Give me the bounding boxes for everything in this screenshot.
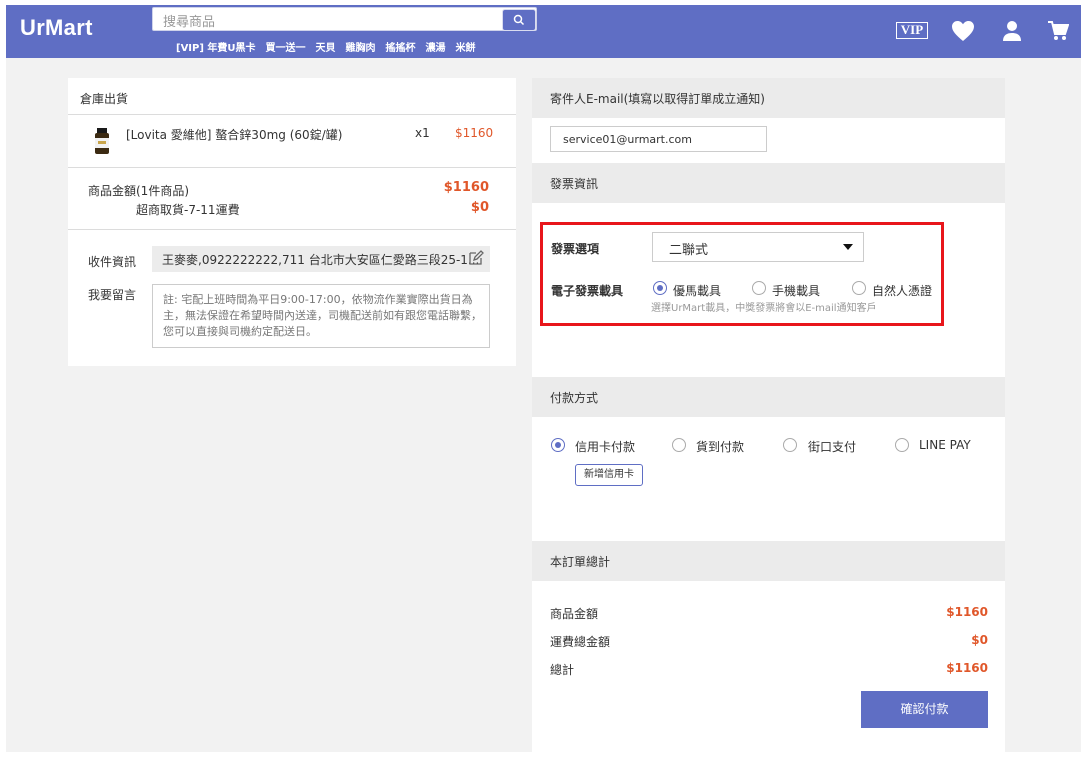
- totals-shipping-value: $0: [971, 633, 988, 647]
- e-carrier-label: 電子發票載具: [551, 284, 624, 298]
- product-qty: x1: [415, 126, 430, 140]
- hot-keyword[interactable]: 濃湯: [426, 43, 446, 54]
- search-input[interactable]: 搜尋商品: [152, 7, 537, 31]
- carrier-radio-urmart[interactable]: [653, 281, 667, 295]
- heart-icon: [952, 21, 974, 41]
- carrier-label-urmart[interactable]: 優馬載具: [673, 282, 721, 299]
- message-label: 我要留言: [88, 288, 137, 302]
- shipping-value: $0: [470, 200, 489, 215]
- carrier-radio-citizen[interactable]: [852, 281, 866, 295]
- chevron-down-icon: [843, 244, 853, 250]
- totals-section-header: 本訂單總計: [532, 541, 1005, 581]
- invoice-section-header: 發票資訊: [532, 163, 1005, 203]
- invoice-option-label: 發票選項: [551, 242, 600, 256]
- totals-shipping-label: 運費總金額: [550, 635, 611, 649]
- payment-radio-jkopay[interactable]: [783, 438, 797, 452]
- payment-label-jkopay[interactable]: 街口支付: [808, 438, 856, 455]
- subtotal-label: 商品金額(1件商品): [88, 184, 189, 198]
- subtotal-value: $1160: [443, 180, 489, 195]
- warehouse-title: 倉庫出貨: [80, 92, 129, 106]
- totals-goods-label: 商品金額: [550, 607, 599, 621]
- edit-icon[interactable]: [468, 250, 484, 266]
- divider: [68, 229, 516, 230]
- hot-keywords: [VIP] 年費U黑卡 買一送一 天貝 雞胸肉 搖搖杯 濃湯 米餅: [176, 39, 486, 54]
- hot-keyword[interactable]: 買一送一: [266, 43, 306, 54]
- email-field[interactable]: service01@urmart.com: [550, 126, 767, 152]
- search-placeholder: 搜尋商品: [163, 15, 216, 30]
- payment-section-header: 付款方式: [532, 377, 1005, 417]
- add-credit-card-button[interactable]: 新增信用卡: [575, 464, 643, 486]
- hot-keyword[interactable]: 雞胸肉: [346, 43, 376, 54]
- divider: [68, 167, 516, 168]
- logo[interactable]: UrMart: [20, 15, 93, 41]
- user-icon: [1003, 21, 1021, 41]
- account-button[interactable]: [1000, 19, 1024, 43]
- payment-label-cod[interactable]: 貨到付款: [696, 438, 744, 455]
- payment-label-linepay[interactable]: LINE PAY: [919, 438, 971, 452]
- divider: [68, 114, 516, 115]
- totals-goods-value: $1160: [946, 605, 988, 619]
- order-summary-card: 倉庫出貨 [Lovita 愛維他] 螯合鋅30mg (60錠/罐) x1 $11…: [68, 78, 516, 366]
- payment-title: 付款方式: [550, 391, 599, 405]
- search-icon: [513, 14, 525, 26]
- invoice-title: 發票資訊: [550, 177, 599, 191]
- sender-title: 寄件人E-mail(填寫以取得訂單成立通知): [550, 92, 765, 106]
- product-thumbnail[interactable]: [94, 128, 110, 156]
- invoice-option-value: 二聯式: [669, 243, 709, 258]
- carrier-hint: 選擇UrMart載具，中獎發票將會以E-mail通知客戶: [651, 303, 877, 314]
- invoice-option-select[interactable]: 二聯式: [652, 232, 864, 262]
- email-value: service01@urmart.com: [563, 133, 692, 146]
- checkout-panel: 寄件人E-mail(填寫以取得訂單成立通知) service01@urmart.…: [532, 78, 1005, 752]
- search-button[interactable]: [502, 9, 536, 31]
- vip-button[interactable]: VIP: [896, 22, 928, 39]
- top-navbar: UrMart 搜尋商品 [VIP] 年費U黑卡 買一送一 天貝 雞胸肉 搖搖杯 濃湯 米餅 …: [6, 5, 1081, 58]
- totals-grand-label: 總計: [550, 663, 575, 677]
- carrier-label-citizen[interactable]: 自然人憑證: [872, 282, 932, 299]
- totals-title: 本訂單總計: [550, 555, 611, 569]
- recipient-field[interactable]: 王麥麥,0922222222,711 台北市大安區仁愛路三段25-1...: [152, 246, 490, 272]
- payment-radio-linepay[interactable]: [895, 438, 909, 452]
- product-price: $1160: [455, 126, 494, 140]
- recipient-label: 收件資訊: [88, 255, 137, 269]
- message-textarea[interactable]: 註: 宅配上班時間為平日9:00-17:00，依物流作業實際出貨日為主，無法保證…: [152, 284, 490, 348]
- confirm-payment-button[interactable]: 確認付款: [861, 691, 988, 728]
- payment-radio-cod[interactable]: [672, 438, 686, 452]
- carrier-radio-mobile[interactable]: [752, 281, 766, 295]
- payment-label-credit-card[interactable]: 信用卡付款: [575, 438, 635, 455]
- hot-keyword[interactable]: 搖搖杯: [386, 43, 416, 54]
- cart-button[interactable]: [1046, 19, 1070, 43]
- payment-radio-credit-card[interactable]: [551, 438, 565, 452]
- totals-grand-value: $1160: [946, 661, 988, 675]
- hot-keyword[interactable]: 天貝: [316, 43, 336, 54]
- hot-keyword[interactable]: 米餅: [456, 43, 476, 54]
- carrier-label-mobile[interactable]: 手機載具: [772, 282, 820, 299]
- recipient-value: 王麥麥,0922222222,711 台北市大安區仁愛路三段25-1...: [162, 253, 480, 267]
- hot-keyword[interactable]: [VIP] 年費U黑卡: [176, 43, 256, 54]
- product-name[interactable]: [Lovita 愛維他] 螯合鋅30mg (60錠/罐): [126, 126, 342, 143]
- shipping-label: 超商取貨-7-11運費: [136, 203, 240, 217]
- wishlist-button[interactable]: [951, 19, 975, 43]
- message-text: 註: 宅配上班時間為平日9:00-17:00，依物流作業實際出貨日為主，無法保證…: [163, 293, 482, 338]
- sender-section-header: 寄件人E-mail(填寫以取得訂單成立通知): [532, 78, 1005, 118]
- cart-icon: [1048, 21, 1069, 40]
